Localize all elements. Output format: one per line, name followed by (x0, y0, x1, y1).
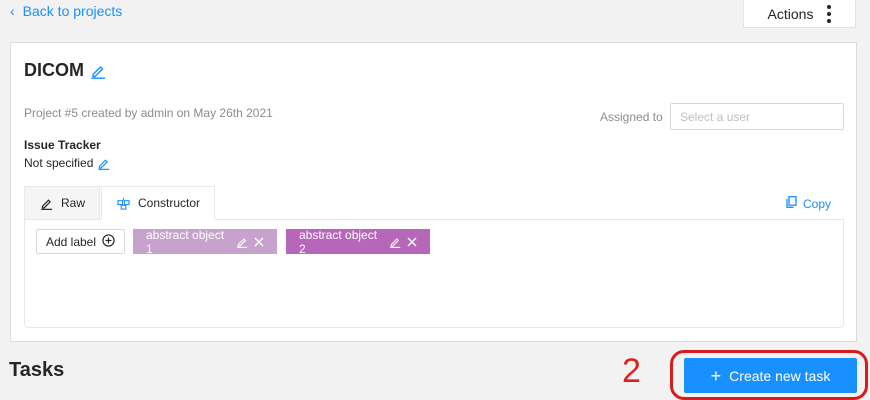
tab-constructor-label: Constructor (138, 196, 201, 210)
plus-icon: + (710, 365, 722, 386)
chevron-left-icon: ‹ (10, 3, 15, 19)
create-new-task-button[interactable]: + Create new task (684, 358, 857, 393)
project-title-row: DICOM (24, 60, 106, 81)
actions-button[interactable]: Actions (743, 0, 856, 28)
annotation-step-number: 2 (622, 352, 641, 390)
label-name: abstract object 1 (146, 227, 225, 256)
add-label-text: Add label (45, 234, 97, 249)
label-tag-abstract-object-2[interactable]: abstract object 2 (286, 227, 430, 256)
labels-editor: Raw Constructor Copy Add label abstract … (24, 186, 844, 328)
assigned-to-label: Assigned to (600, 110, 663, 124)
project-details-card: DICOM Project #5 created by admin on May… (10, 42, 857, 342)
copy-label: Copy (802, 196, 831, 211)
pencil-icon (40, 197, 53, 210)
plus-circle-icon (102, 233, 115, 250)
actions-label: Actions (767, 5, 814, 22)
label-tag-abstract-object-1[interactable]: abstract object 1 (133, 227, 277, 256)
edit-issue-tracker-icon[interactable] (97, 157, 110, 170)
close-icon[interactable] (254, 237, 264, 247)
pencil-icon[interactable] (389, 236, 401, 248)
label-name: abstract object 2 (299, 227, 378, 256)
constructor-panel: Add label abstract object 1 abstract obj… (24, 219, 844, 328)
copy-button[interactable]: Copy (786, 196, 831, 211)
tasks-heading: Tasks (9, 359, 65, 381)
edit-title-icon[interactable] (90, 63, 106, 79)
pencil-icon[interactable] (236, 236, 248, 248)
issue-tracker-value: Not specified (24, 156, 94, 170)
project-title: DICOM (24, 60, 84, 80)
more-vertical-icon (827, 4, 832, 23)
back-to-projects-link[interactable]: ‹ Back to projects (10, 3, 122, 19)
build-icon (117, 197, 130, 210)
create-task-label: Create new task (729, 367, 831, 384)
copy-icon (786, 196, 797, 211)
close-icon[interactable] (407, 237, 417, 247)
project-meta: Project #5 created by admin on May 26th … (24, 106, 273, 120)
tab-raw[interactable]: Raw (24, 186, 100, 220)
back-link-label: Back to projects (22, 3, 123, 19)
issue-tracker-heading: Issue Tracker (24, 138, 101, 152)
add-label-button[interactable]: Add label (36, 229, 125, 254)
tab-raw-label: Raw (61, 196, 86, 210)
tab-constructor[interactable]: Constructor (101, 186, 215, 220)
assignee-select-input[interactable] (670, 103, 844, 130)
issue-tracker-value-row: Not specified (24, 156, 110, 170)
